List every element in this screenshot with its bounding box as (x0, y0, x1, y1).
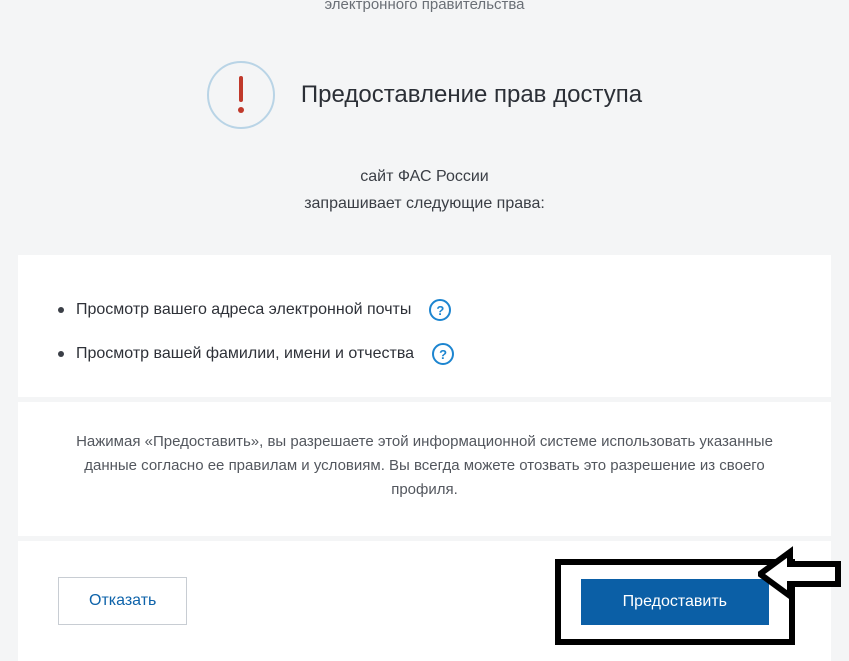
permissions-card: Просмотр вашего адреса электронной почты… (18, 255, 831, 397)
permission-item: Просмотр вашей фамилии, имени и отчества… (58, 343, 791, 365)
title-row: Предоставление прав доступа (0, 61, 849, 129)
help-icon[interactable]: ? (432, 343, 454, 365)
actions-row: Отказать Предоставить (18, 540, 831, 661)
breadcrumb: электронного правительства (0, 0, 849, 13)
permission-item: Просмотр вашего адреса электронной почты… (58, 299, 791, 321)
decline-button[interactable]: Отказать (58, 577, 187, 625)
highlight-frame: Предоставить (555, 559, 795, 645)
permissions-list: Просмотр вашего адреса электронной почты… (58, 299, 791, 365)
requester-block: сайт ФАС России запрашивает следующие пр… (0, 163, 849, 217)
bullet-icon (58, 351, 64, 357)
permission-text: Просмотр вашей фамилии, имени и отчества (76, 345, 414, 363)
bullet-icon (58, 307, 64, 313)
page-title: Предоставление прав доступа (301, 81, 642, 109)
permission-text: Просмотр вашего адреса электронной почты (76, 301, 411, 319)
grant-button[interactable]: Предоставить (581, 579, 769, 625)
exclamation-icon (207, 61, 275, 129)
help-icon[interactable]: ? (429, 299, 451, 321)
consent-text: Нажимая «Предоставить», вы разрешаете эт… (18, 401, 831, 536)
requests-line: запрашивает следующие права: (0, 190, 849, 217)
requester-name: сайт ФАС России (0, 163, 849, 190)
